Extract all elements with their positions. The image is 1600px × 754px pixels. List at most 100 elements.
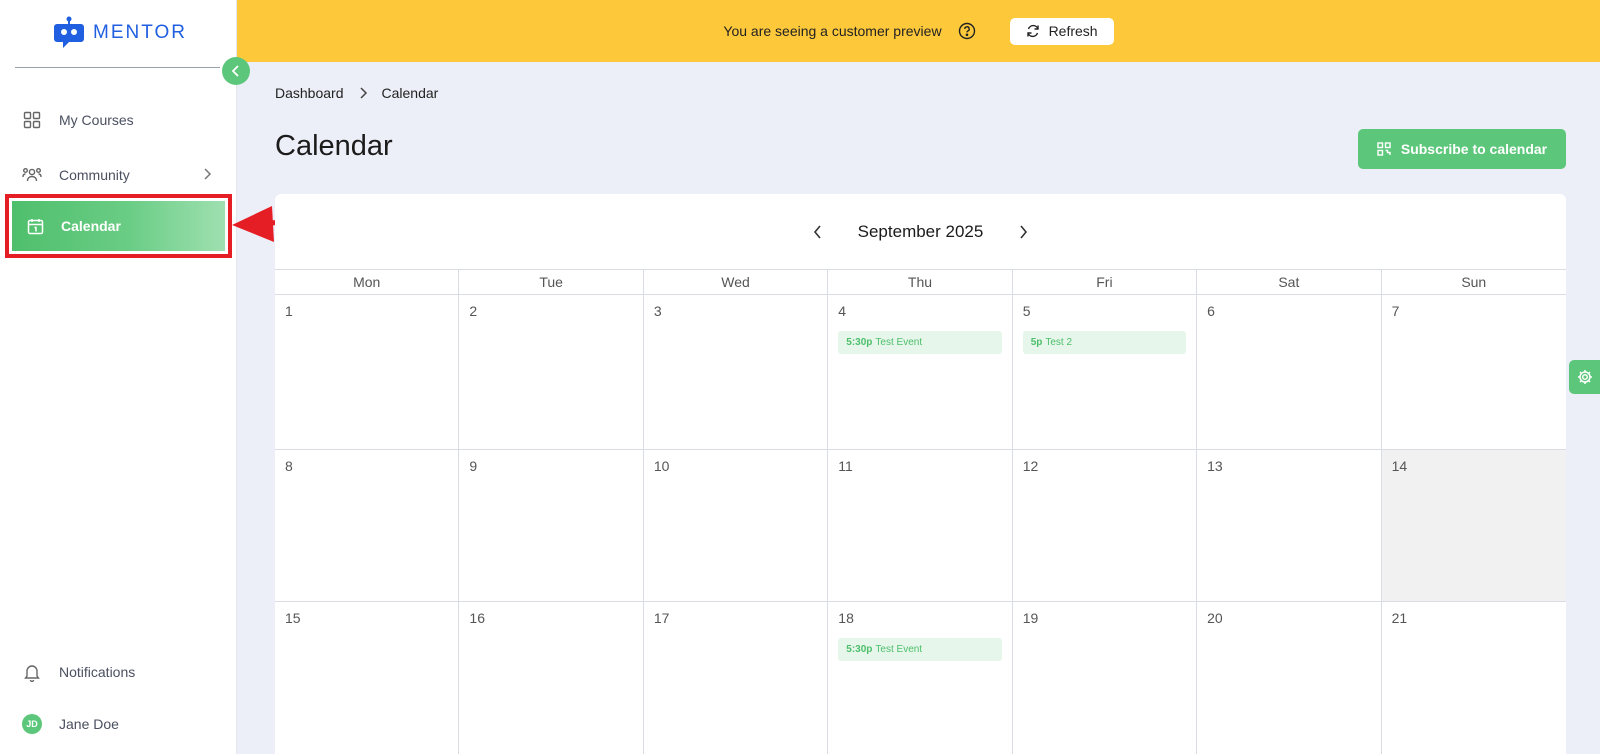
day-number: 10 xyxy=(653,458,670,474)
calendar-event[interactable]: 5p Test 2 xyxy=(1022,331,1187,354)
day-number: 13 xyxy=(1207,458,1223,474)
settings-button[interactable] xyxy=(1569,360,1600,394)
day-number: 9 xyxy=(469,458,478,474)
chevron-left-icon xyxy=(813,225,821,239)
brand-logo[interactable]: MENTOR xyxy=(53,16,187,50)
subscribe-label: Subscribe to calendar xyxy=(1400,141,1548,157)
calendar-day-cell[interactable]: 19 xyxy=(1013,602,1198,754)
weekday-label: Fri xyxy=(1013,270,1198,294)
qr-grid-icon xyxy=(1377,142,1391,156)
calendar-day-cell[interactable]: 10 xyxy=(644,450,829,601)
day-number: 14 xyxy=(1391,458,1408,474)
weekday-header-row: Mon Tue Wed Thu Fri Sat Sun xyxy=(275,269,1566,295)
calendar-day-cell[interactable]: 2 xyxy=(459,295,644,449)
day-number: 18 xyxy=(838,610,854,626)
calendar-day-cell[interactable]: 8 xyxy=(275,450,460,601)
event-time: 5p xyxy=(1030,337,1043,348)
calendar-day-cell[interactable]: 15 xyxy=(275,602,460,754)
sidebar-item-community[interactable]: Community xyxy=(22,155,212,195)
brand-name: MENTOR xyxy=(93,22,187,43)
sidebar: MENTOR My Courses Community Calendar Not… xyxy=(0,0,237,754)
sidebar-item-notifications[interactable]: Notifications xyxy=(22,652,212,692)
refresh-label: Refresh xyxy=(1048,23,1098,39)
calendar-day-cell[interactable]: 6 xyxy=(1197,295,1382,449)
chevron-right-icon xyxy=(1020,225,1028,239)
day-number: 4 xyxy=(838,303,847,319)
sidebar-item-profile[interactable]: JD Jane Doe xyxy=(22,704,212,744)
sidebar-item-label: My Courses xyxy=(59,112,134,128)
day-number: 3 xyxy=(653,303,662,319)
subscribe-calendar-button[interactable]: Subscribe to calendar xyxy=(1358,129,1566,169)
day-number: 15 xyxy=(285,610,301,626)
event-title: Test 2 xyxy=(1045,337,1073,348)
calendar-day-cell[interactable]: 21 xyxy=(1382,602,1566,754)
breadcrumb: Dashboard Calendar xyxy=(275,85,438,101)
next-month-button[interactable] xyxy=(1013,222,1033,242)
collapse-sidebar-button[interactable] xyxy=(222,57,250,85)
event-title: Test Event xyxy=(875,644,923,655)
user-name: Jane Doe xyxy=(59,716,119,732)
refresh-button[interactable]: Refresh xyxy=(1009,17,1114,45)
grid-icon xyxy=(22,110,42,130)
sidebar-item-label: Notifications xyxy=(59,664,136,680)
calendar-card: September 2025 Mon Tue Wed Thu Fri Sat S… xyxy=(275,194,1566,754)
preview-banner: You are seeing a customer preview Refres… xyxy=(237,0,1600,62)
chevron-left-icon xyxy=(231,65,239,77)
chevron-right-icon xyxy=(358,87,368,99)
day-number: 16 xyxy=(469,610,485,626)
sidebar-item-label: Calendar xyxy=(61,218,121,234)
calendar-day-cell[interactable]: 4 5:30p Test Event xyxy=(828,295,1013,449)
calendar-day-cell[interactable]: 12 xyxy=(1013,450,1198,601)
day-number: 21 xyxy=(1391,610,1408,626)
calendar-icon xyxy=(25,216,45,236)
sidebar-item-calendar[interactable]: Calendar xyxy=(12,201,225,251)
day-number: 5 xyxy=(1022,303,1031,319)
sidebar-item-my-courses[interactable]: My Courses xyxy=(22,100,212,140)
calendar-day-cell[interactable]: 1 xyxy=(275,295,460,449)
calendar-week-row: 8 9 10 11 12 13 14 xyxy=(275,450,1566,602)
month-label: September 2025 xyxy=(857,222,984,241)
sidebar-divider xyxy=(15,67,220,68)
day-number: 1 xyxy=(285,303,293,319)
weekday-label: Tue xyxy=(459,270,644,294)
calendar-day-cell[interactable]: 9 xyxy=(459,450,644,601)
calendar-event[interactable]: 5:30p Test Event xyxy=(838,331,1002,354)
day-number: 6 xyxy=(1207,303,1215,319)
breadcrumb-current: Calendar xyxy=(381,85,439,101)
event-time: 5:30p xyxy=(846,644,873,655)
calendar-day-cell[interactable]: 18 5:30p Test Event xyxy=(828,602,1013,754)
day-number: 8 xyxy=(285,458,293,474)
event-title: Test Event xyxy=(875,337,923,348)
calendar-day-cell[interactable]: 13 xyxy=(1197,450,1382,601)
event-time: 5:30p xyxy=(846,337,873,348)
calendar-day-cell[interactable]: 17 xyxy=(644,602,829,754)
calendar-header: September 2025 xyxy=(275,194,1566,270)
chevron-right-icon xyxy=(202,167,212,183)
weekday-label: Sun xyxy=(1461,274,1487,290)
weekday-label: Sat xyxy=(1197,270,1382,294)
sidebar-item-label: Community xyxy=(59,167,130,183)
preview-banner-text: You are seeing a customer preview xyxy=(723,23,942,39)
day-number: 20 xyxy=(1207,610,1223,626)
help-circle-icon[interactable] xyxy=(958,22,976,40)
calendar-day-cell[interactable]: 20 xyxy=(1197,602,1382,754)
calendar-day-cell[interactable]: 3 xyxy=(644,295,829,449)
calendar-day-cell[interactable]: 16 xyxy=(459,602,644,754)
breadcrumb-dashboard[interactable]: Dashboard xyxy=(275,85,344,101)
calendar-week-row: 15 16 17 18 5:30p Test Event 19 20 21 xyxy=(275,602,1566,754)
bell-icon xyxy=(22,662,42,682)
day-number: 11 xyxy=(838,458,853,474)
page-title: Calendar xyxy=(275,130,393,162)
people-icon xyxy=(22,165,42,185)
calendar-day-cell[interactable]: 11 xyxy=(828,450,1013,601)
robot-chat-icon xyxy=(54,16,84,48)
calendar-event[interactable]: 5:30p Test Event xyxy=(838,638,1002,661)
day-number: 2 xyxy=(469,303,478,319)
avatar: JD xyxy=(22,714,42,734)
calendar-day-cell[interactable]: 5 5p Test 2 xyxy=(1013,295,1198,449)
day-number: 17 xyxy=(653,610,670,626)
calendar-day-cell-today[interactable]: 14 xyxy=(1381,450,1566,601)
calendar-day-cell[interactable]: 7 xyxy=(1382,295,1566,449)
day-number: 7 xyxy=(1391,303,1400,319)
prev-month-button[interactable] xyxy=(808,222,828,242)
